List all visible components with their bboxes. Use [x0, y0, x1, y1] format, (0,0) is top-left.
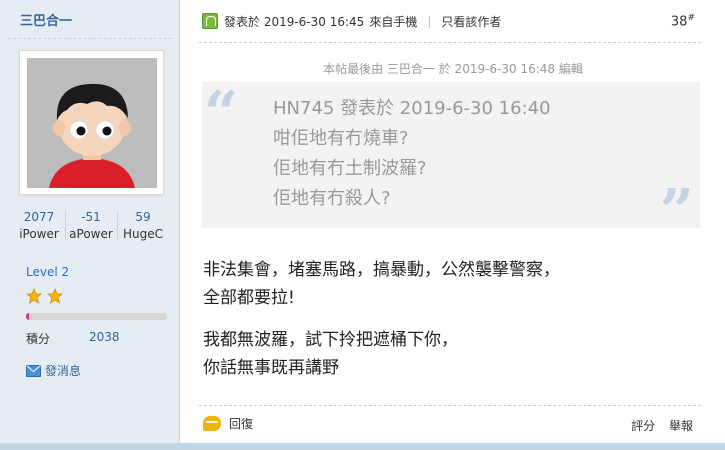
stat-value: -51	[81, 210, 101, 224]
quote-line: 佢地有冇土制波羅?	[273, 158, 427, 179]
level-stars	[26, 288, 64, 304]
score-value: 2038	[89, 330, 120, 344]
post-paragraph: 非法集會，堵塞馬路，搞暴動，公然襲擊警察， 全部都要拉!	[203, 256, 560, 312]
quote-line: 佢地有冇殺人?	[273, 188, 391, 209]
post-content: 發表於 2019-6-30 16:45 來自手機 | 只看該作者 38# 本帖最…	[181, 0, 725, 450]
stat-label: HugeC	[122, 227, 163, 241]
send-message-link[interactable]: 發消息	[26, 362, 81, 379]
author-sidebar: 三巴合一 2077 iPower -51 aPower 59 HugeC Lev…	[0, 0, 180, 450]
quote-block: “ ” HN745 發表於 2019-6-30 16:40 咁佢地有冇燒車? 佢…	[202, 79, 700, 242]
floor-number[interactable]: 38#	[671, 13, 695, 29]
send-message-label: 發消息	[45, 364, 82, 378]
post-line: 全部都要拉!	[203, 288, 295, 308]
star-icon	[26, 288, 42, 304]
post-paragraph: 我都無波羅，試下拎把遮桶下你， 你話無事既再講野	[203, 326, 560, 382]
stat-apower[interactable]: -51 aPower	[66, 209, 116, 243]
floor-value: 38	[670, 14, 688, 30]
close-quote-icon: ”	[659, 177, 694, 247]
author-username[interactable]: 三巴合一	[20, 10, 72, 29]
online-status-icon	[202, 13, 218, 29]
post-body: 非法集會，堵塞馬路，搞暴動，公然襲擊警察， 全部都要拉! 我都無波羅，試下拎把遮…	[203, 256, 560, 396]
reply-label: 回復	[229, 417, 254, 431]
score-label: 積分	[26, 332, 51, 346]
rate-button[interactable]: 評分	[631, 419, 655, 433]
report-button[interactable]: 舉報	[669, 419, 693, 433]
open-quote-icon: “	[204, 79, 239, 149]
floor-sign: #	[687, 13, 695, 23]
edited-note: 本帖最後由 三巴合一 於 2019-6-30 16:48 編輯	[323, 62, 583, 76]
quote-line: 咁佢地有冇燒車?	[273, 128, 409, 149]
level-progress-bar	[26, 313, 167, 320]
mail-icon	[26, 364, 41, 377]
level-progress-fill	[26, 313, 29, 320]
stat-ipower[interactable]: 2077 iPower	[14, 209, 64, 243]
reply-icon	[203, 416, 221, 431]
user-level[interactable]: Level 2	[26, 265, 69, 279]
post-time: 發表於 2019-6-30 16:45	[224, 14, 365, 29]
stat-value: 59	[135, 210, 151, 224]
avatar[interactable]	[19, 50, 164, 195]
avatar-image	[27, 58, 157, 188]
reply-button[interactable]: 回復	[203, 415, 253, 432]
author-stats: 2077 iPower -51 aPower 59 HugeC	[14, 209, 166, 243]
stat-value: 2077	[23, 210, 55, 224]
stat-hugec[interactable]: 59 HugeC	[118, 209, 168, 243]
post-line: 你話無事既再講野	[203, 358, 339, 378]
post-bottom-border	[0, 443, 725, 450]
post-actions: 評分 舉報	[621, 417, 693, 434]
star-icon	[46, 288, 63, 304]
stat-label: aPower	[69, 227, 113, 241]
post-source: 來自手機	[369, 14, 418, 29]
post-info: 發表於 2019-6-30 16:45 來自手機 | 只看該作者	[202, 12, 501, 30]
divider	[8, 38, 172, 39]
divider	[199, 42, 701, 43]
quote-header: HN745 發表於 2019-6-30 16:40	[273, 98, 551, 119]
post-line: 我都無波羅，試下拎把遮桶下你，	[203, 330, 458, 350]
only-author-link[interactable]: 只看該作者	[441, 13, 501, 30]
divider	[199, 405, 701, 406]
separator: |	[427, 14, 432, 28]
post-line: 非法集會，堵塞馬路，搞暴動，公然襲擊警察，	[203, 260, 560, 280]
stat-label: iPower	[19, 227, 59, 241]
